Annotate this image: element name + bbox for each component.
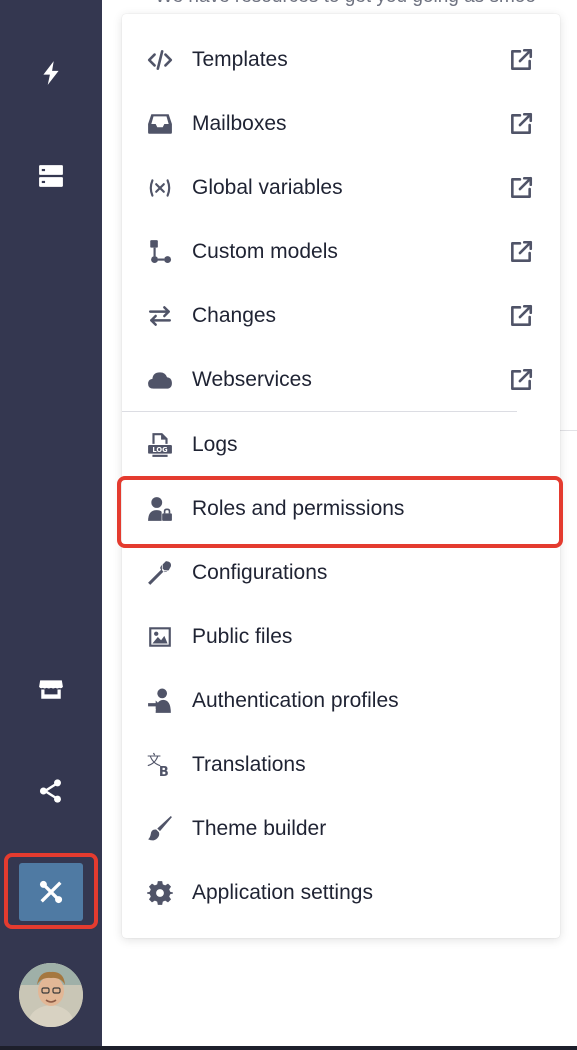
menu-item-label: Theme builder: [192, 817, 327, 840]
menu-item-label: Public files: [192, 625, 293, 648]
cloud-icon: [146, 366, 174, 394]
avatar[interactable]: [19, 963, 83, 1027]
menu-item-translations[interactable]: 文B Translations: [122, 737, 560, 793]
background-intro-text: We have resources to get you going as sm…: [155, 0, 536, 8]
external-link-icon: [508, 303, 534, 329]
tools-highlight-box: [4, 853, 98, 929]
bottom-strip: [0, 1046, 577, 1050]
menu-item-configurations[interactable]: Configurations: [122, 545, 560, 601]
arrows-exchange-icon: [146, 302, 174, 330]
menu-item-label: Custom models: [192, 240, 338, 263]
store-icon[interactable]: [31, 669, 71, 709]
menu-item-label: Logs: [192, 433, 238, 456]
menu-item-label: Changes: [192, 304, 277, 327]
external-link-icon: [508, 239, 534, 265]
menu-item-label: Webservices: [192, 368, 312, 391]
menu-item-application-settings[interactable]: Application settings: [122, 865, 560, 921]
background-divider: [560, 430, 577, 431]
menu-item-webservices[interactable]: Webservices: [122, 352, 560, 408]
external-link-icon: [508, 367, 534, 393]
menu-item-label: Authentication profiles: [192, 689, 399, 712]
menu-item-changes[interactable]: Changes: [122, 288, 560, 344]
menu-item-label: Templates: [192, 48, 288, 71]
server-icon[interactable]: [31, 156, 71, 196]
menu-divider: [122, 411, 517, 412]
log-file-icon: LOG: [146, 431, 174, 459]
wrench-icon: [146, 559, 174, 587]
menu-item-logs[interactable]: LOG Logs: [122, 417, 560, 473]
menu-item-mailboxes[interactable]: Mailboxes: [122, 96, 560, 152]
svg-text:LOG: LOG: [152, 446, 167, 454]
paintbrush-icon: [146, 815, 174, 843]
menu-item-public-files[interactable]: Public files: [122, 609, 560, 665]
menu-item-label: Mailboxes: [192, 112, 287, 135]
diagram-icon: [146, 238, 174, 266]
external-link-icon: [508, 111, 534, 137]
menu-item-label: Global variables: [192, 176, 343, 199]
menu-item-label: Application settings: [192, 881, 373, 904]
share-nodes-icon[interactable]: [31, 771, 71, 811]
roles-highlight-box: [117, 476, 563, 548]
menu-item-custom-models[interactable]: Custom models: [122, 224, 560, 280]
external-link-icon: [508, 175, 534, 201]
menu-item-label: Translations: [192, 753, 306, 776]
menu-item-label: Configurations: [192, 561, 328, 584]
menu-item-authentication-profiles[interactable]: Authentication profiles: [122, 673, 560, 729]
menu-item-theme-builder[interactable]: Theme builder: [122, 801, 560, 857]
image-icon: [146, 623, 174, 651]
svg-text:B: B: [159, 765, 169, 778]
code-icon: [146, 46, 174, 74]
translate-icon: 文B: [146, 751, 174, 779]
variable-icon: [146, 174, 174, 202]
user-login-icon: [146, 687, 174, 715]
sidebar: [0, 0, 102, 1046]
bolt-icon[interactable]: [31, 53, 71, 93]
menu-item-templates[interactable]: Templates: [122, 32, 560, 88]
gear-icon: [146, 879, 174, 907]
external-link-icon: [508, 47, 534, 73]
inbox-icon: [146, 110, 174, 138]
menu-item-global-variables[interactable]: Global variables: [122, 160, 560, 216]
